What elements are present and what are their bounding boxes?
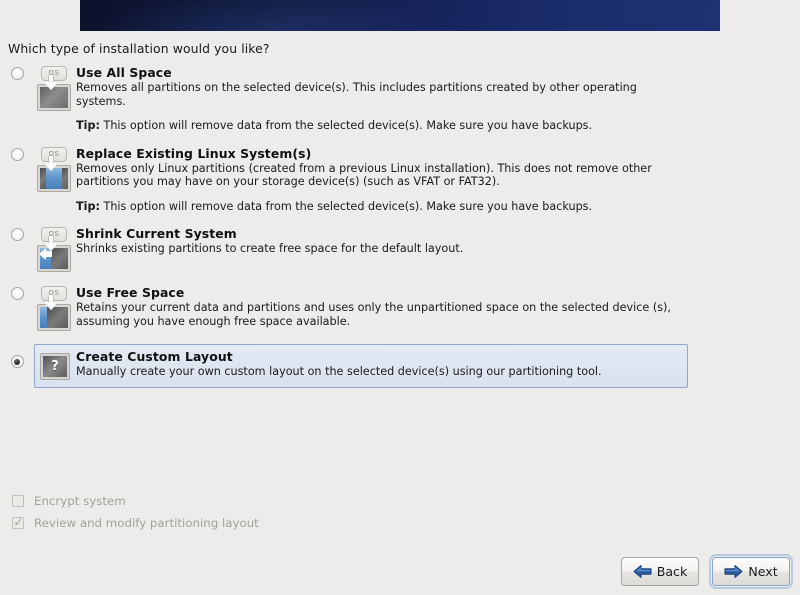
radio-shrink-current-system[interactable]	[10, 228, 24, 241]
option-shrink-current-system[interactable]: OS Shrink Current System Shrinks existin…	[0, 226, 800, 274]
radio-cell-replace-existing-linux[interactable]	[0, 146, 34, 161]
text-cell-use-all-space: Use All Space Removes all partitions on …	[76, 65, 800, 133]
disk-shrink-icon: OS	[34, 227, 76, 274]
option-title: Use Free Space	[76, 285, 185, 300]
back-button[interactable]: Back	[621, 557, 699, 586]
checkbox-label-review-modify-partitioning: Review and modify partitioning layout	[34, 516, 259, 530]
checkbox-label-encrypt-system: Encrypt system	[34, 494, 126, 508]
option-description: Manually create your own custom layout o…	[76, 365, 602, 378]
option-title: Replace Existing Linux System(s)	[76, 145, 312, 161]
option-tip: Tip: This option will remove data from t…	[76, 119, 690, 133]
installation-type-options: OS Use All Space Removes all partitions …	[0, 65, 800, 388]
next-button[interactable]: Next	[709, 554, 793, 589]
question-mark-glyph: ?	[43, 356, 67, 377]
footer-button-bar: Back Next	[621, 554, 793, 589]
option-tip-label: Tip:	[76, 119, 100, 132]
option-use-all-space[interactable]: OS Use All Space Removes all partitions …	[0, 65, 800, 133]
arrow-right-icon	[724, 565, 743, 578]
checkbox-encrypt-system[interactable]	[12, 495, 24, 507]
option-tip-text: This option will remove data from the se…	[99, 119, 593, 132]
radio-cell-use-free-space[interactable]	[0, 285, 34, 300]
radio-cell-create-custom-layout[interactable]	[0, 344, 34, 368]
custom-layout-box: ?	[40, 353, 70, 380]
option-title: Use All Space	[76, 65, 172, 80]
disk-erase-icon: OS	[34, 66, 76, 113]
option-title: Create Custom Layout	[76, 349, 233, 364]
option-tip-label: Tip:	[76, 199, 100, 213]
radio-create-custom-layout[interactable]	[10, 355, 24, 368]
icon-cell-create-custom-layout: ?	[34, 344, 76, 383]
os-chip-label: OS	[41, 227, 67, 242]
radio-cell-use-all-space[interactable]	[0, 65, 34, 80]
arrow-left-icon	[633, 565, 652, 578]
os-chip-label: OS	[41, 286, 67, 301]
back-button-label: Back	[656, 564, 688, 579]
option-create-custom-layout[interactable]: ? Create Custom Layout Manually create y…	[0, 344, 800, 388]
os-chip-label: OS	[41, 146, 67, 162]
question-mark-icon: ?	[37, 353, 73, 383]
text-cell-use-free-space: Use Free Space Retains your current data…	[76, 285, 800, 328]
partitioning-checkboxes: Encrypt system Review and modify partiti…	[12, 490, 259, 534]
next-button-label: Next	[748, 564, 778, 579]
disk-free-space-icon: OS	[34, 286, 76, 333]
option-tip-text: This option will remove data from the se…	[99, 199, 593, 213]
header-banner-area	[0, 0, 800, 31]
checkbox-review-modify-partitioning[interactable]	[12, 515, 24, 529]
option-tip: Tip: This option will remove data from t…	[76, 200, 690, 214]
option-title: Shrink Current System	[76, 226, 237, 241]
disk-replace-linux-icon: OS	[34, 146, 76, 194]
icon-cell-replace-existing-linux: OS	[34, 146, 76, 194]
radio-use-free-space[interactable]	[10, 287, 24, 300]
radio-use-all-space[interactable]	[10, 67, 24, 80]
text-cell-shrink-current-system: Shrink Current System Shrinks existing p…	[76, 226, 800, 256]
option-description: Removes all partitions on the selected d…	[76, 81, 637, 108]
option-description: Removes only Linux partitions (created f…	[76, 161, 652, 189]
checkbox-row-encrypt-system[interactable]: Encrypt system	[12, 490, 259, 512]
icon-cell-use-free-space: OS	[34, 285, 76, 333]
icon-cell-use-all-space: OS	[34, 65, 76, 113]
option-use-free-space[interactable]: OS Use Free Space Retains your current d…	[0, 285, 800, 333]
radio-cell-shrink-current-system[interactable]	[0, 226, 34, 241]
page-question: Which type of installation would you lik…	[8, 41, 270, 56]
option-replace-existing-linux[interactable]: OS Replace Existing Linux System(s) Remo…	[0, 146, 800, 214]
radio-replace-existing-linux[interactable]	[10, 147, 24, 161]
installer-banner	[80, 0, 720, 31]
checkbox-row-review-modify-partitioning[interactable]: Review and modify partitioning layout	[12, 512, 259, 534]
text-cell-create-custom-layout: Create Custom Layout Manually create you…	[76, 344, 800, 379]
icon-cell-shrink-current-system: OS	[34, 226, 76, 274]
os-chip-label: OS	[41, 66, 67, 81]
option-description: Retains your current data and partitions…	[76, 301, 671, 328]
option-description: Shrinks existing partitions to create fr…	[76, 242, 464, 255]
text-cell-replace-existing-linux: Replace Existing Linux System(s) Removes…	[76, 146, 800, 214]
